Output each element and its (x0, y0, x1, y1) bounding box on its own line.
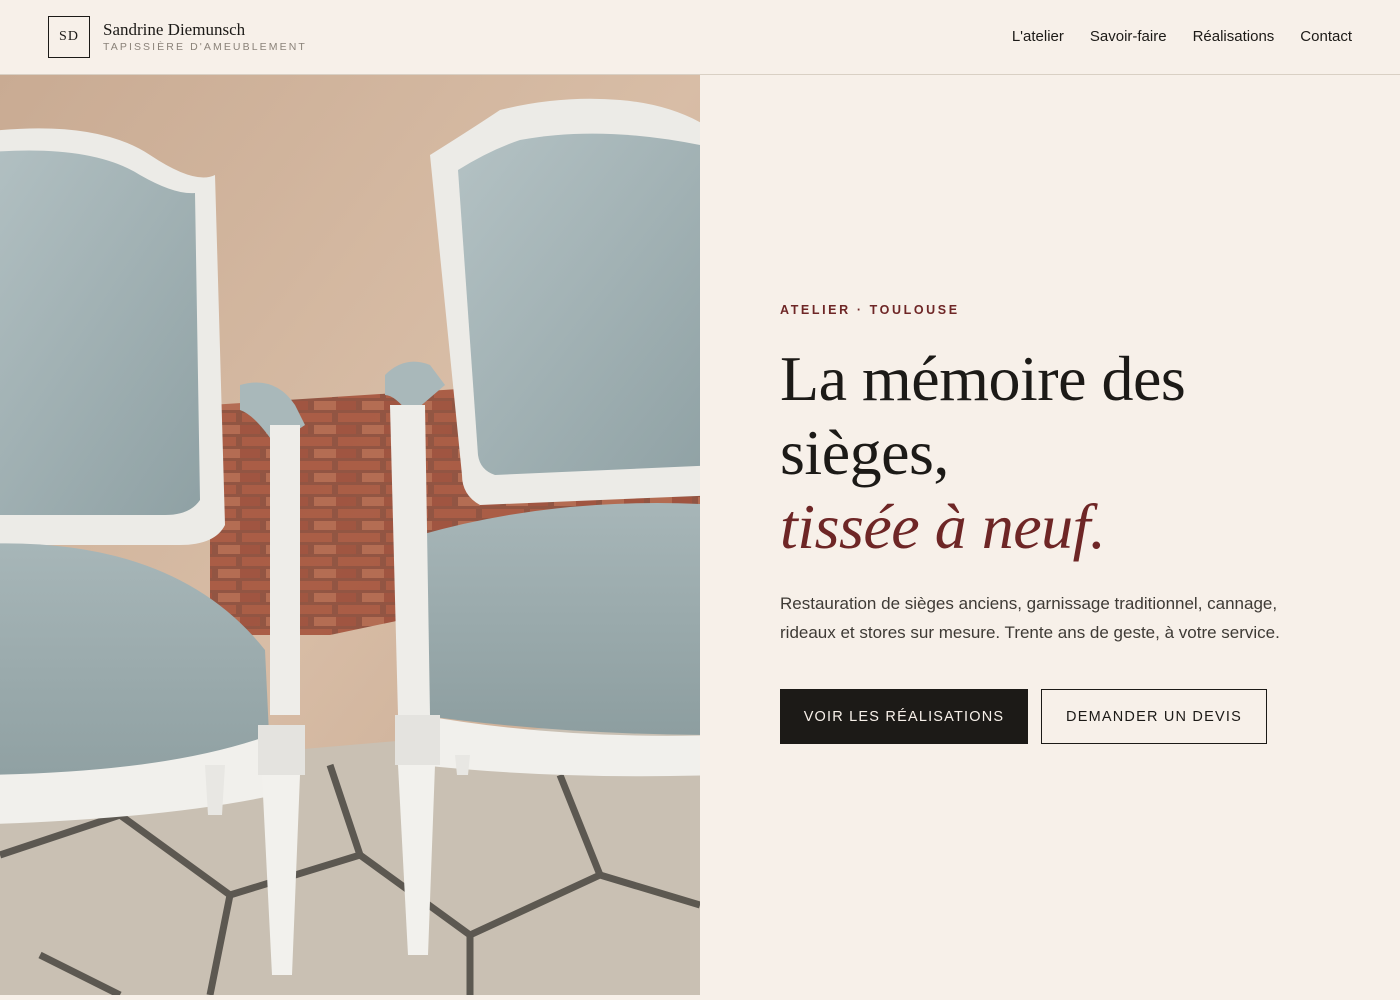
site-header: SD Sandrine Diemunsch TAPISSIÈRE D'AMEUB… (0, 0, 1400, 75)
hero-description: Restauration de sièges anciens, garnissa… (780, 594, 1280, 642)
headline-accent: tissée à neuf. (780, 491, 1106, 562)
brand-monogram-logo: SD (48, 16, 90, 58)
headline-line-2: sièges, (780, 417, 949, 488)
cta-row: VOIR LES RÉALISATIONS DEMANDER UN DEVIS (780, 689, 1340, 744)
brand-text: Sandrine Diemunsch TAPISSIÈRE D'AMEUBLEM… (103, 19, 307, 54)
hero-armchairs-photo (0, 75, 700, 995)
nav-link-contact[interactable]: Contact (1300, 27, 1352, 47)
brand-name: Sandrine Diemunsch (103, 19, 246, 39)
hero-headline: La mémoire des sièges, tissée à neuf. (780, 342, 1340, 564)
hero-copy: ATELIER · TOULOUSE La mémoire des sièges… (780, 300, 1340, 744)
nav-link-realisations[interactable]: Réalisations (1193, 27, 1275, 47)
view-realisations-button[interactable]: VOIR LES RÉALISATIONS (780, 689, 1028, 744)
request-quote-button[interactable]: DEMANDER UN DEVIS (1041, 689, 1267, 744)
brand-tagline: TAPISSIÈRE D'AMEUBLEMENT (103, 40, 307, 53)
brand-home-link[interactable]: SD Sandrine Diemunsch TAPISSIÈRE D'AMEUB… (48, 16, 307, 58)
headline-line-1: La mémoire des (780, 343, 1186, 414)
nav-link-savoir-faire[interactable]: Savoir-faire (1090, 27, 1167, 47)
nav-link-atelier[interactable]: L'atelier (1012, 27, 1064, 47)
hero-eyebrow: ATELIER · TOULOUSE (780, 303, 960, 317)
main-nav: L'atelier Savoir-faire Réalisations Cont… (986, 0, 1352, 74)
